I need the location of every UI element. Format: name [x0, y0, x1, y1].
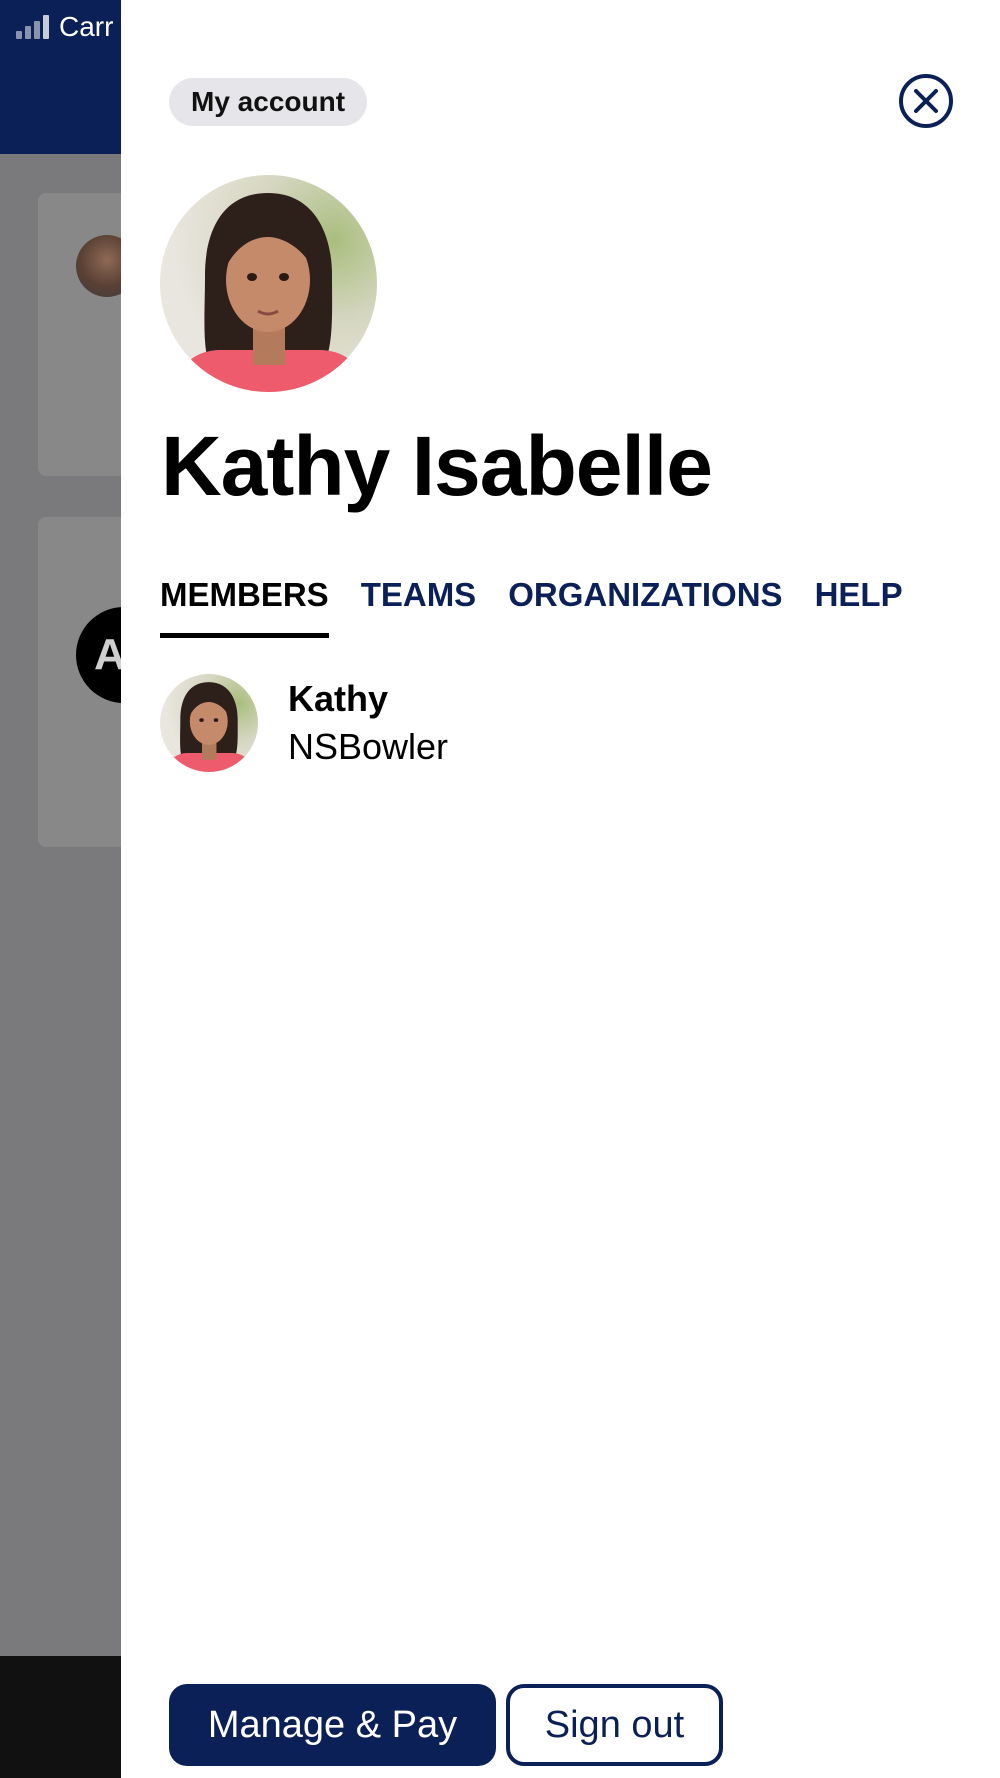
- member-name: Kathy: [288, 678, 389, 719]
- close-button[interactable]: [899, 74, 953, 128]
- member-list-item[interactable]: Kathy NSBowler: [160, 674, 448, 772]
- sign-out-button[interactable]: Sign out: [506, 1684, 723, 1766]
- profile-avatar: [160, 175, 377, 392]
- tab-organizations[interactable]: ORGANIZATIONS: [508, 570, 782, 638]
- tab-teams[interactable]: TEAMS: [361, 570, 477, 638]
- signal-icon: [16, 15, 49, 39]
- member-text: Kathy NSBowler: [288, 678, 448, 768]
- close-icon: [914, 89, 938, 113]
- manage-pay-button[interactable]: Manage & Pay: [169, 1684, 496, 1766]
- member-avatar: [160, 674, 258, 772]
- carrier-label: Carr: [59, 11, 114, 42]
- status-bar: Carr: [16, 10, 113, 44]
- tab-members[interactable]: MEMBERS: [160, 570, 329, 638]
- user-full-name: Kathy Isabelle: [161, 419, 713, 513]
- account-tabs: MEMBERS TEAMS ORGANIZATIONS HELP: [160, 570, 903, 638]
- member-subtitle: NSBowler: [288, 726, 449, 767]
- account-panel: My account Kathy Isabelle MEMBERS TEAMS …: [121, 0, 1000, 1778]
- tab-help[interactable]: HELP: [815, 570, 903, 638]
- my-account-chip: My account: [169, 78, 368, 126]
